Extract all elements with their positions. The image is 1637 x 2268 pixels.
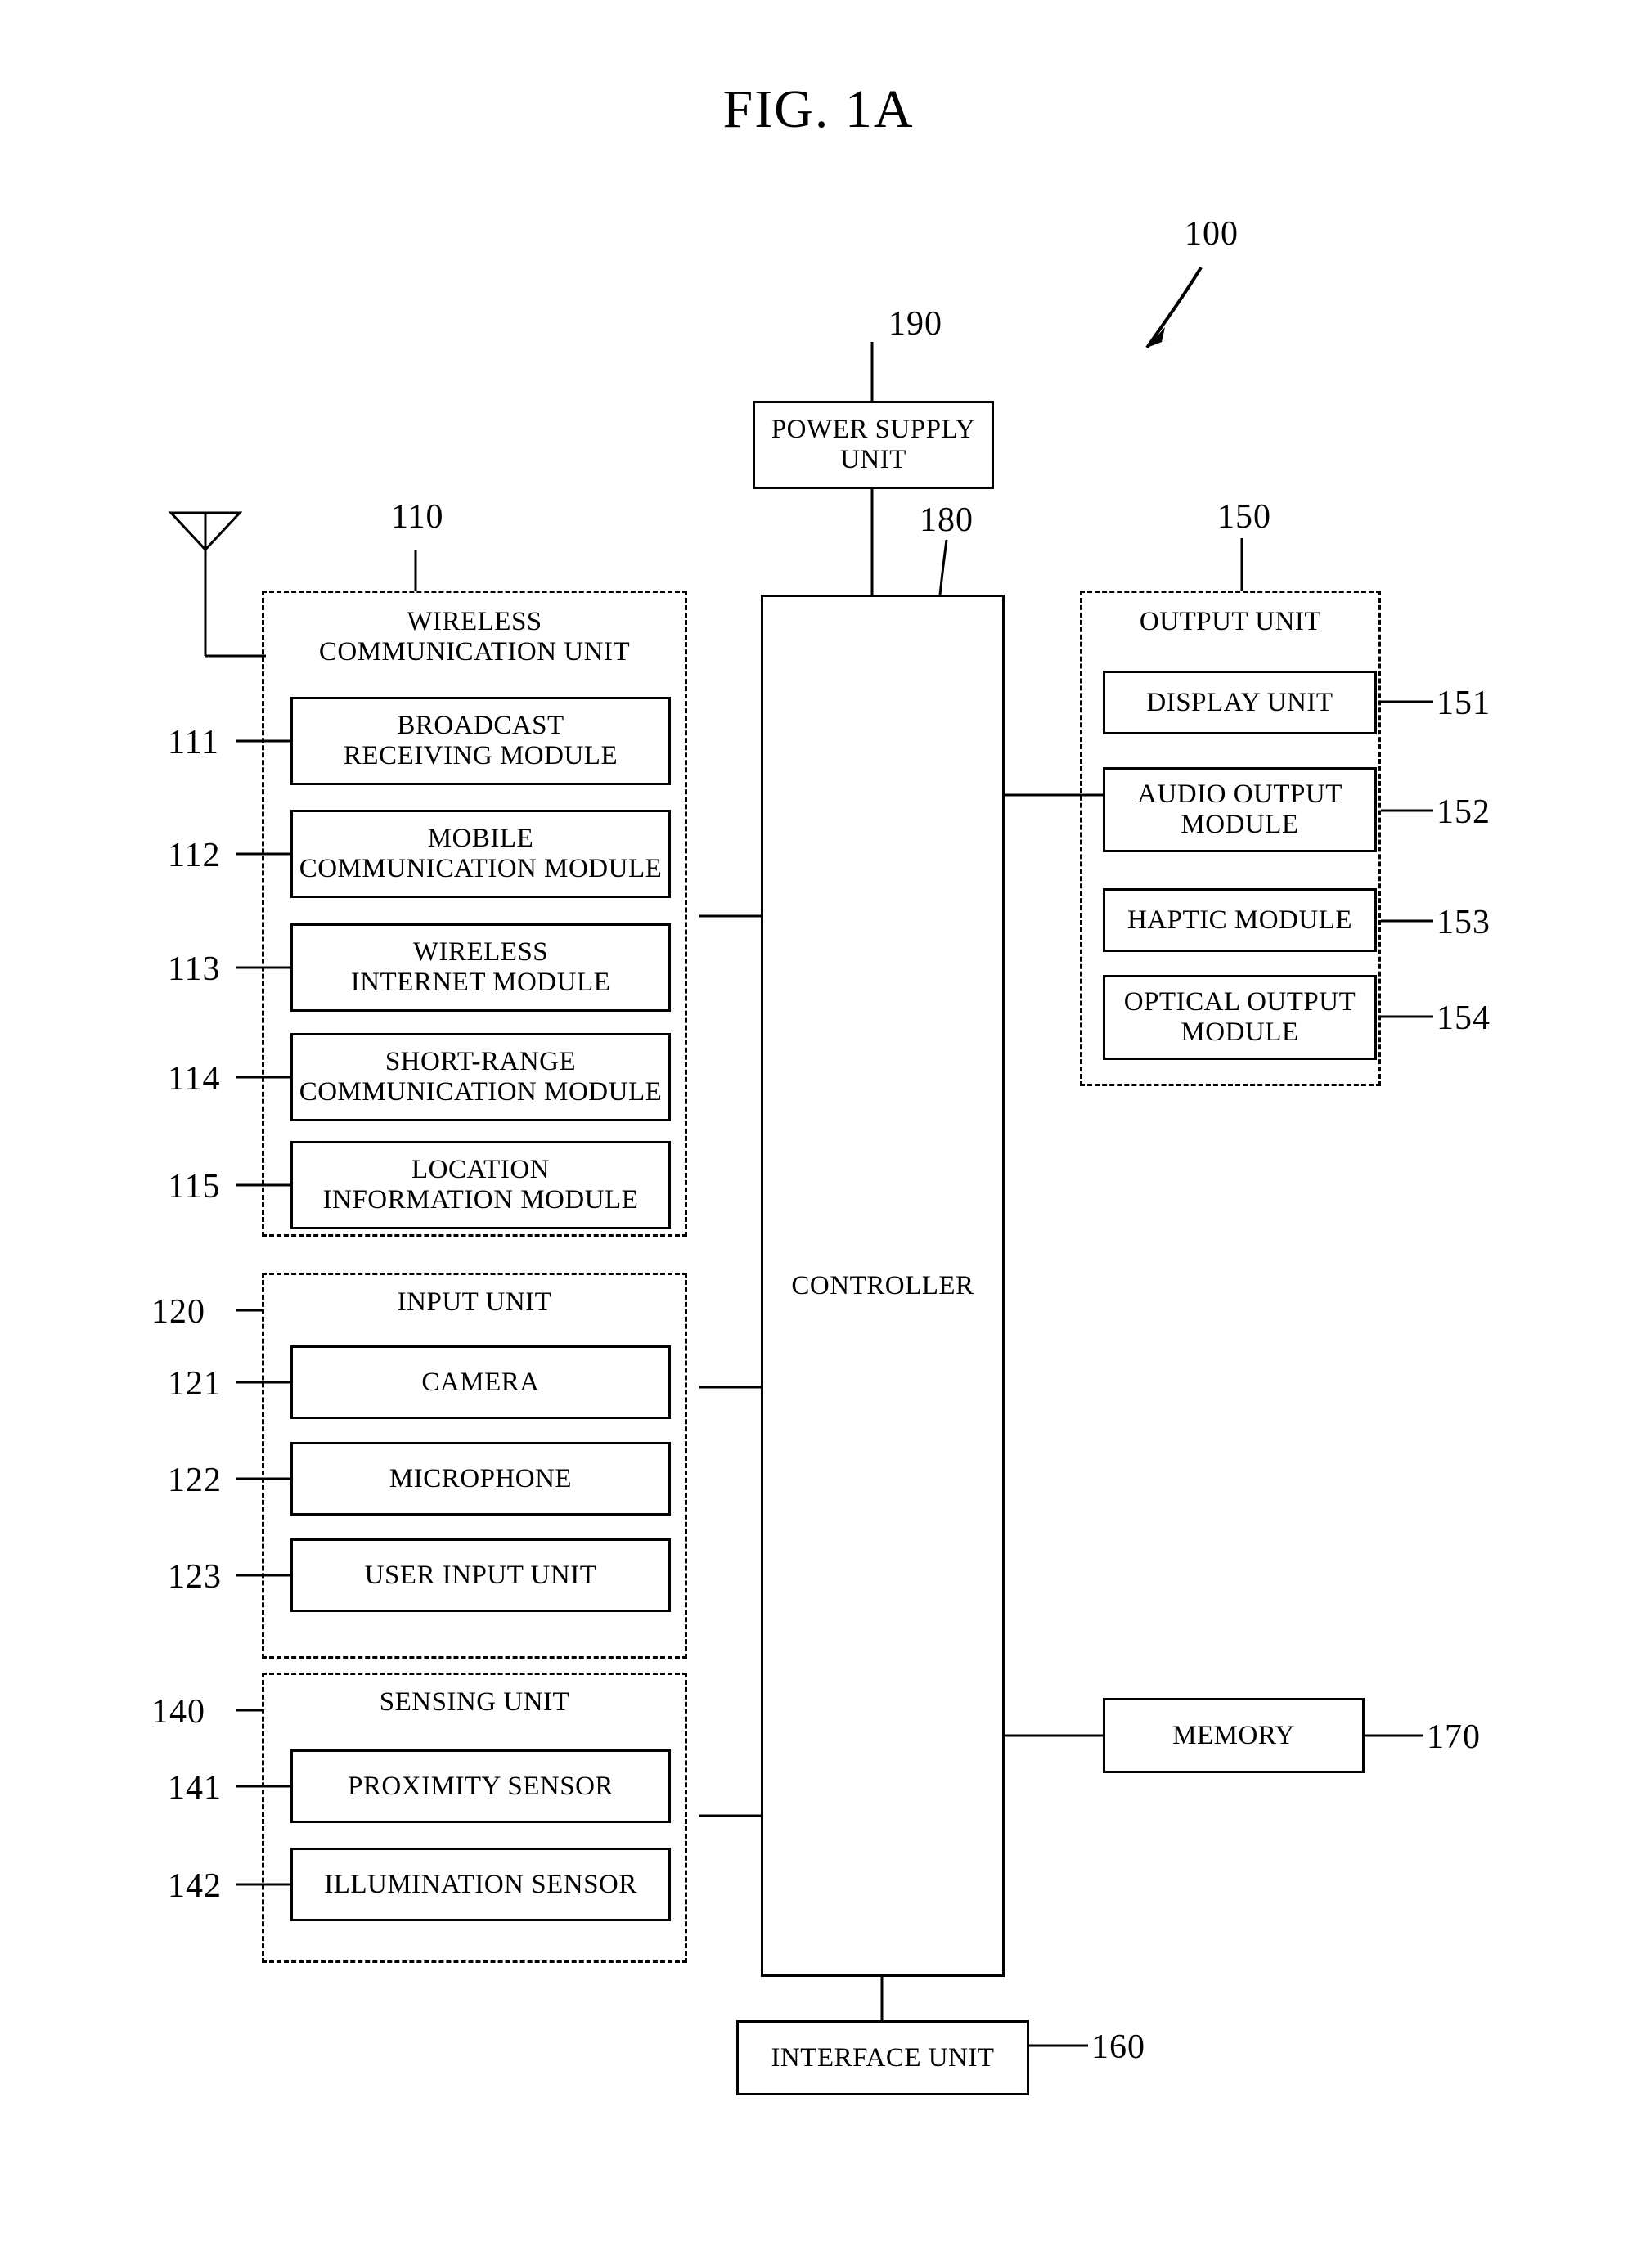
input-unit-title: INPUT UNIT xyxy=(397,1287,552,1317)
memory-box[interactable]: MEMORY xyxy=(1103,1698,1365,1773)
controller-box[interactable]: CONTROLLER xyxy=(761,595,1005,1977)
ref-154: 154 xyxy=(1437,999,1491,1037)
broadcast-receiving-module-box[interactable]: BROADCAST RECEIVING MODULE xyxy=(290,697,671,785)
device-ref-arrow xyxy=(1145,266,1203,349)
ref-180: 180 xyxy=(920,501,974,539)
ref-110: 110 xyxy=(391,498,444,536)
ref-151: 151 xyxy=(1437,685,1491,722)
figure-title: FIG. 1A xyxy=(722,79,915,139)
ref-115: 115 xyxy=(168,1168,221,1206)
ref-153: 153 xyxy=(1437,904,1491,941)
ref-123: 123 xyxy=(168,1558,222,1596)
user-input-unit-box[interactable]: USER INPUT UNIT xyxy=(290,1538,671,1612)
ref-140: 140 xyxy=(151,1693,205,1731)
ref-111: 111 xyxy=(168,724,219,761)
sensing-unit-title: SENSING UNIT xyxy=(379,1687,570,1717)
power-supply-unit-box[interactable]: POWER SUPPLY UNIT xyxy=(753,401,994,489)
wireless-internet-module-box[interactable]: WIRELESS INTERNET MODULE xyxy=(290,923,671,1012)
ref-150: 150 xyxy=(1217,498,1271,536)
microphone-box[interactable]: MICROPHONE xyxy=(290,1442,671,1516)
location-information-module-box[interactable]: LOCATION INFORMATION MODULE xyxy=(290,1141,671,1229)
ref-170: 170 xyxy=(1427,1718,1481,1756)
optical-output-module-box[interactable]: OPTICAL OUTPUT MODULE xyxy=(1103,975,1377,1060)
ref-142: 142 xyxy=(168,1867,222,1905)
ref-121: 121 xyxy=(168,1365,222,1403)
audio-output-module-box[interactable]: AUDIO OUTPUT MODULE xyxy=(1103,767,1377,852)
ref-122: 122 xyxy=(168,1462,222,1499)
mobile-communication-module-box[interactable]: MOBILE COMMUNICATION MODULE xyxy=(290,810,671,898)
ref-160: 160 xyxy=(1091,2028,1145,2066)
ref-141: 141 xyxy=(168,1769,222,1807)
interface-unit-box[interactable]: INTERFACE UNIT xyxy=(736,2020,1029,2095)
wireless-communication-unit-group xyxy=(262,591,687,1237)
haptic-module-box[interactable]: HAPTIC MODULE xyxy=(1103,888,1377,952)
ref-device-100: 100 xyxy=(1185,215,1239,253)
ref-152: 152 xyxy=(1437,793,1491,831)
wireless-communication-unit-title: WIRELESS COMMUNICATION UNIT xyxy=(318,607,631,667)
short-range-communication-module-box[interactable]: SHORT-RANGE COMMUNICATION MODULE xyxy=(290,1033,671,1121)
illumination-sensor-box[interactable]: ILLUMINATION SENSOR xyxy=(290,1848,671,1921)
display-unit-box[interactable]: DISPLAY UNIT xyxy=(1103,671,1377,734)
ref-190: 190 xyxy=(888,305,942,343)
ref-113: 113 xyxy=(168,950,221,988)
proximity-sensor-box[interactable]: PROXIMITY SENSOR xyxy=(290,1749,671,1823)
leader-180 xyxy=(938,539,948,595)
ref-112: 112 xyxy=(168,837,221,874)
ref-114: 114 xyxy=(168,1060,221,1098)
patent-figure-page: FIG. 1A 100 190 POWER SUPPLY UNIT 180 CO… xyxy=(0,0,1637,2268)
output-unit-title: OUTPUT UNIT xyxy=(1139,607,1322,636)
ref-120: 120 xyxy=(151,1293,205,1331)
antenna-icon xyxy=(168,511,266,658)
camera-box[interactable]: CAMERA xyxy=(290,1345,671,1419)
